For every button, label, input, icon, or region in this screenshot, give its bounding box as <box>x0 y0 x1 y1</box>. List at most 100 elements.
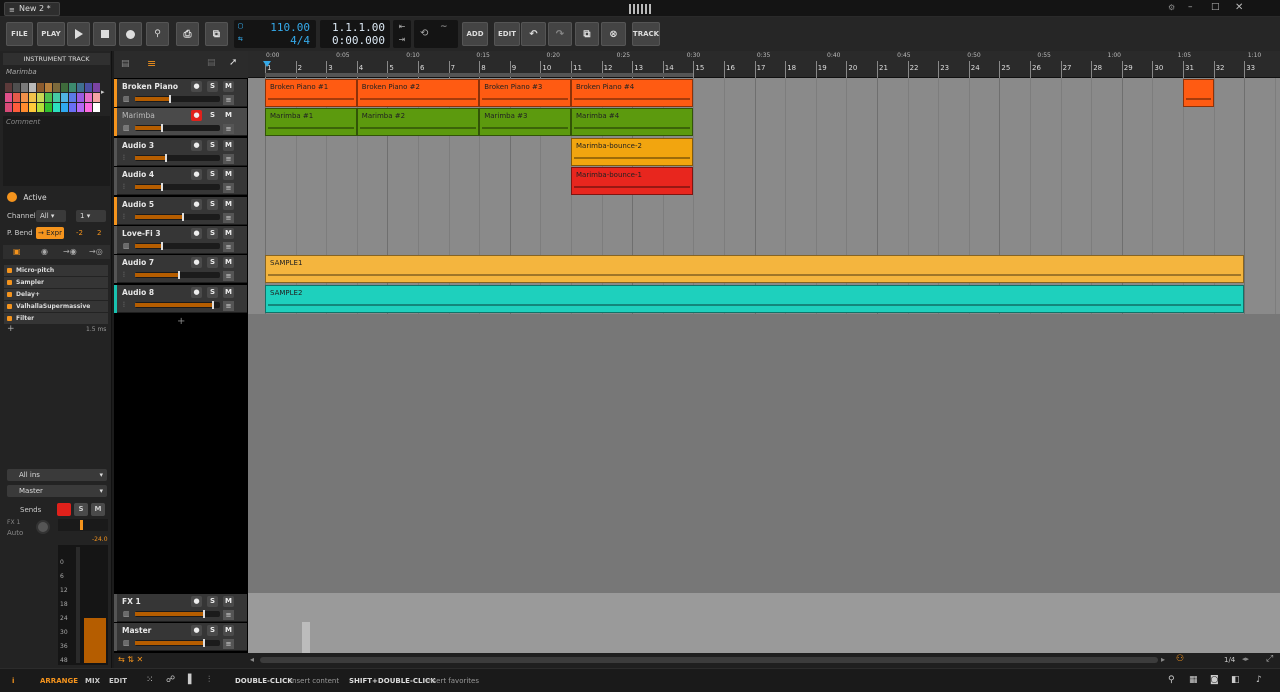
clip[interactable]: Broken Piano #1 <box>265 79 357 107</box>
palette-swatch[interactable] <box>13 103 20 112</box>
mix-view-tab[interactable]: MIX <box>85 677 100 685</box>
track-list-icon[interactable]: ▤ <box>121 59 130 69</box>
palette-swatch[interactable] <box>69 103 76 112</box>
add-button[interactable]: ADD <box>462 22 488 46</box>
device-panel-icon[interactable]: ▌ <box>188 675 195 685</box>
device-item[interactable]: Filter <box>4 313 108 324</box>
solo-button[interactable]: S <box>207 169 218 181</box>
position-display[interactable]: 1.1.1.00 0:00.000 <box>320 20 390 48</box>
active-toggle[interactable]: Active <box>7 192 47 202</box>
clip[interactable]: Marimba #1 <box>265 108 357 137</box>
solo-button[interactable]: S <box>207 228 218 239</box>
stop-button[interactable] <box>93 22 116 46</box>
volume-meter[interactable]: 0 6 12 18 24 30 36 48 <box>58 545 108 665</box>
add-track-icon[interactable]: + <box>177 316 185 327</box>
select-tool-icon[interactable]: ⁙ <box>146 675 154 685</box>
record-arm-button[interactable]: ● <box>191 286 202 298</box>
track-header[interactable]: Audio 8 ● S M ⫶ ≡ <box>114 284 247 313</box>
palette-swatch[interactable] <box>21 93 28 102</box>
solo-button[interactable]: S <box>207 139 218 151</box>
device-chain-tab-icon[interactable]: ▣ <box>13 247 21 256</box>
track-menu-icon[interactable]: ≡ <box>223 124 234 135</box>
maximize-icon[interactable]: □ <box>1211 2 1220 12</box>
track-menu-icon[interactable]: ≡ <box>223 212 234 223</box>
palette-swatch[interactable] <box>85 103 92 112</box>
edit-view-tab[interactable]: EDIT <box>109 677 127 685</box>
file-button[interactable]: FILE <box>6 22 33 46</box>
clip[interactable]: SAMPLE1 <box>265 255 1245 284</box>
palette-swatch[interactable] <box>77 93 84 102</box>
palette-swatch[interactable] <box>61 103 68 112</box>
track-header[interactable]: Love-Fi 3 ● S M ▥ ≡ <box>114 226 247 254</box>
device-item[interactable]: Micro-pitch <box>4 265 108 276</box>
track-name[interactable]: Audio 5 <box>122 200 154 209</box>
grid-panel-icon[interactable]: ▦ <box>1189 675 1198 685</box>
track-header[interactable]: Master ● S M ▥ ≡ <box>114 623 247 652</box>
palette-swatch[interactable] <box>53 83 60 92</box>
info-icon[interactable]: i <box>12 677 14 685</box>
solo-button[interactable]: S <box>207 110 218 122</box>
tempo-value[interactable]: 110.00 <box>270 21 310 34</box>
track-name[interactable]: Master <box>122 626 151 635</box>
redo-button[interactable]: ↷ <box>548 22 572 46</box>
track-volume-fader[interactable] <box>135 242 220 250</box>
palette-swatch[interactable] <box>13 93 20 102</box>
track-name[interactable]: Love-Fi 3 <box>122 229 161 238</box>
record-arm-button[interactable]: ● <box>191 81 202 92</box>
record-arm-button[interactable] <box>57 503 71 516</box>
comment-box[interactable]: Comment <box>3 116 110 186</box>
mixer-panel-icon[interactable]: ⫶ <box>208 675 210 685</box>
pbend-up-value[interactable]: 2 <box>97 229 101 237</box>
palette-swatch[interactable] <box>29 93 36 102</box>
record-arm-button[interactable]: ● <box>191 596 202 607</box>
keyboard-icon[interactable]: ♪ <box>1256 675 1262 685</box>
solo-button[interactable]: S <box>74 503 88 516</box>
solo-button[interactable]: S <box>207 198 218 210</box>
track-menu-icon[interactable]: ≡ <box>223 242 234 252</box>
mute-button[interactable]: M <box>223 596 234 607</box>
tempo-display[interactable]: ▢ ⇆ 110.00 4/4 <box>234 20 316 48</box>
timeline-ruler[interactable]: 1 2 3 4 5 6 7 8 9 10 11 12 13 14 15 16 17 18 19 20 21 22 23 24 2… <box>248 51 1280 78</box>
palette-swatch[interactable] <box>93 83 100 92</box>
device-item[interactable]: Delay+ <box>4 289 108 300</box>
loop-region[interactable] <box>265 73 694 77</box>
scroll-left-icon[interactable]: ◂ <box>250 655 254 664</box>
input-select[interactable]: All ins ▾ <box>7 469 107 481</box>
groove-button[interactable]: ⧉ <box>205 22 228 46</box>
punch-controls[interactable]: ⇤ ⇥ <box>393 20 411 48</box>
device-item[interactable]: Sampler <box>4 277 108 288</box>
track-menu-icon[interactable]: ≡ <box>223 300 234 311</box>
palette-swatch[interactable] <box>21 83 28 92</box>
clip[interactable]: Broken Piano #2 <box>356 79 480 107</box>
document-tab[interactable]: ≡ New 2 * <box>4 2 60 16</box>
delete-button[interactable]: ⊗ <box>601 22 626 46</box>
clip[interactable]: Marimba #2 <box>356 108 480 137</box>
track-button[interactable]: TRACK <box>632 22 660 46</box>
mute-button[interactable]: M <box>223 139 234 151</box>
solo-button[interactable]: S <box>207 286 218 298</box>
track-view-icon[interactable]: ≡ <box>147 57 156 70</box>
solo-button[interactable]: S <box>207 625 218 637</box>
clip[interactable]: SAMPLE2 <box>265 284 1245 313</box>
note-fx-tab-icon[interactable]: →◉ <box>63 247 77 256</box>
track-menu-icon[interactable]: ≡ <box>223 95 234 105</box>
track-name[interactable]: Broken Piano <box>122 82 178 91</box>
palette-swatch[interactable] <box>93 103 100 112</box>
track-volume-fader[interactable] <box>135 183 220 192</box>
clip[interactable]: Marimba-bounce-2 <box>571 137 694 166</box>
playhead-marker[interactable] <box>263 61 271 67</box>
clip[interactable]: Marimba #4 <box>571 108 694 137</box>
horizontal-scrollbar[interactable] <box>260 657 1158 663</box>
palette-swatch[interactable] <box>77 83 84 92</box>
palette-swatch[interactable] <box>37 93 44 102</box>
track-name[interactable]: FX 1 <box>122 597 141 606</box>
beat-position[interactable]: 1.1.1.00 <box>332 21 385 34</box>
expand-icon[interactable]: ▤ <box>207 58 216 68</box>
arranger-timeline[interactable]: Broken Piano #1 Broken Piano #2 Broken Pia… <box>248 78 1280 653</box>
mute-button[interactable]: M <box>223 625 234 637</box>
mute-button[interactable]: M <box>223 110 234 122</box>
palette-swatch[interactable] <box>29 83 36 92</box>
pointer-tool-icon[interactable]: ➚ <box>229 57 237 68</box>
modulator-tab-icon[interactable]: ◉ <box>41 247 48 256</box>
scroll-right-icon[interactable]: ▸ <box>1161 655 1165 664</box>
